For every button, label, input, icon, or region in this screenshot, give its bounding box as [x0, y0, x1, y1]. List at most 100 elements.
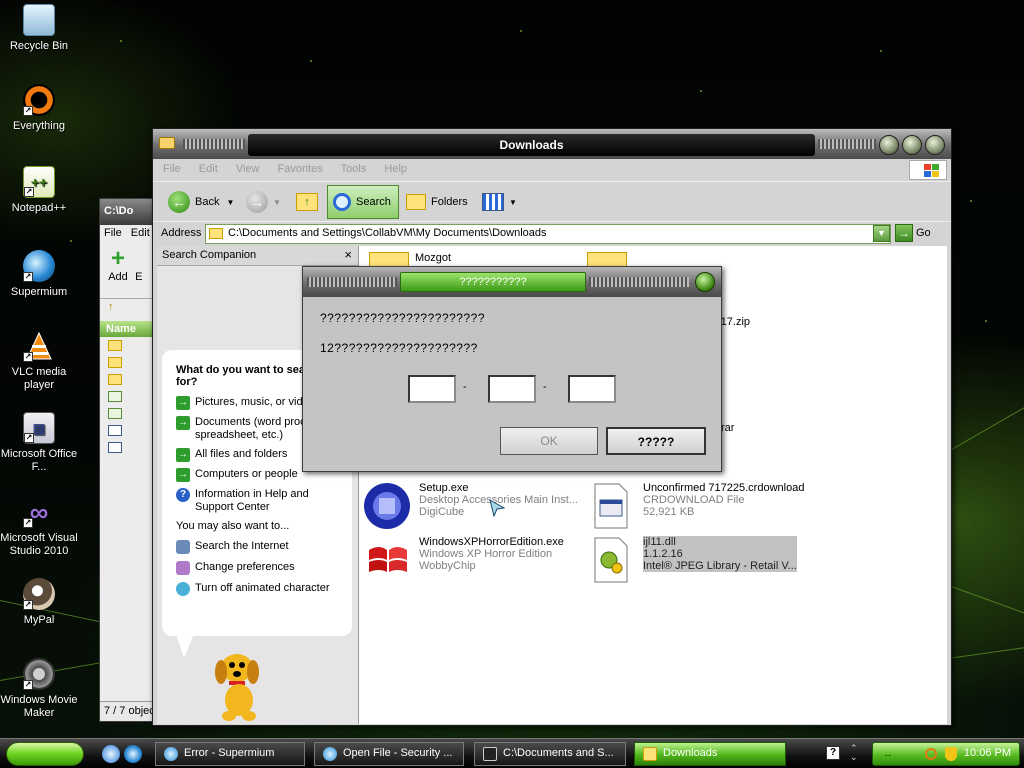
desktop-icon-vlc[interactable]: ↗ VLC media player — [0, 330, 78, 392]
up-folder-button[interactable]: ↑ — [291, 185, 323, 219]
help-icon: ? — [176, 488, 190, 502]
explorer-titlebar[interactable]: Downloads — [153, 129, 951, 159]
views-button[interactable]: ▼ — [477, 185, 522, 219]
ie-icon[interactable] — [102, 745, 120, 763]
desktop-icon-movie-maker[interactable]: ↗ Windows Movie Maker — [0, 658, 78, 720]
start-button[interactable] — [6, 742, 84, 766]
search-button[interactable]: Search — [327, 185, 399, 219]
dialog-titlebar[interactable]: ??????????? — [303, 267, 721, 297]
partial-rar-item[interactable]: rar — [721, 422, 734, 434]
file-item-selected[interactable]: ijl11.dll 1.1.2.16 Intel® JPEG Library -… — [587, 536, 797, 584]
forward-button[interactable]: → ▼ — [241, 185, 286, 219]
sevenzip-up-icon[interactable]: ↑ — [100, 299, 158, 317]
taskbar: Error - Supermium Open File - Security .… — [0, 738, 1024, 768]
list-item[interactable] — [100, 422, 158, 439]
taskbar-item-label: Open File - Security ... — [343, 747, 453, 759]
menu-edit[interactable]: Edit — [199, 163, 218, 175]
arrow-right-icon: → — [176, 468, 190, 482]
sevenzip-window[interactable]: C:\Do File Edit + Add E ↑ Name 7 / 7 obj… — [99, 198, 159, 722]
chevron-down-icon[interactable]: ▼ — [273, 198, 281, 207]
movie-maker-icon: ↗ — [23, 658, 55, 690]
arrow-right-icon: → — [176, 416, 190, 430]
network-icon[interactable]: ↔ — [883, 749, 893, 760]
menu-view[interactable]: View — [236, 163, 260, 175]
list-item[interactable] — [100, 354, 158, 371]
maximize-button[interactable] — [902, 135, 922, 155]
desktop-icon-visual-studio[interactable]: ∞ ↗ Microsoft Visual Studio 2010 — [0, 496, 78, 558]
chevron-down-icon[interactable]: ▼ — [226, 198, 234, 207]
sevenzip-status: 7 / 7 objects — [100, 701, 158, 721]
desktop-icon-label: Microsoft Office F... — [0, 448, 78, 473]
taskbar-item-label: Downloads — [663, 747, 718, 759]
file-name: Setup.exe — [419, 482, 469, 494]
list-item[interactable] — [100, 405, 158, 422]
desktop-icon-supermium[interactable]: ↗ Supermium — [0, 250, 78, 299]
menu-file[interactable]: File — [163, 163, 181, 175]
sevenzip-menu-edit[interactable]: Edit — [131, 227, 150, 239]
everything-icon: ↗ — [23, 84, 55, 116]
folders-icon — [406, 194, 426, 210]
key-field-1[interactable] — [408, 375, 456, 403]
close-button[interactable] — [925, 135, 945, 155]
key-field-3[interactable] — [568, 375, 616, 403]
taskbar-item[interactable]: C:\Documents and S... — [474, 742, 626, 766]
ok-button[interactable]: OK — [500, 427, 598, 455]
add-button[interactable]: + Add — [104, 247, 132, 284]
file-item[interactable]: Setup.exe Desktop Accessories Main Inst.… — [363, 482, 578, 530]
desktop-icon-recycle-bin[interactable]: Recycle Bin — [0, 4, 78, 53]
desktop-icon-mypal[interactable]: ↗ MyPal — [0, 578, 78, 627]
search-icon[interactable] — [925, 748, 937, 760]
chevron-down-icon[interactable]: ▼ — [509, 198, 517, 207]
list-item[interactable] — [100, 439, 158, 456]
address-input[interactable]: C:\Documents and Settings\CollabVM\My Do… — [205, 224, 891, 244]
desktop-icon-office[interactable]: ▦ ↗ Microsoft Office F... — [0, 412, 78, 474]
search-dog-icon[interactable] — [207, 648, 271, 722]
column-header-name[interactable]: Name — [100, 321, 158, 337]
windows-flag-icon — [363, 536, 411, 584]
turn-off-character-link[interactable]: Turn off animated character — [176, 582, 342, 596]
desktop-icon-label: MyPal — [23, 614, 55, 626]
search-option-help[interactable]: ? Information in Help and Support Center — [176, 488, 342, 514]
menu-favorites[interactable]: Favorites — [278, 163, 323, 175]
folders-button[interactable]: Folders — [401, 185, 473, 219]
supermium-icon — [164, 747, 178, 761]
extract-button-label: E — [135, 271, 143, 283]
file-version: 1.1.2.16 — [643, 548, 797, 560]
list-item[interactable] — [100, 337, 158, 354]
change-preferences-link[interactable]: Change preferences — [176, 561, 342, 575]
sevenzip-menu-file[interactable]: File — [104, 227, 122, 239]
expand-tray-icon[interactable]: ⌃ ⌄ — [850, 744, 858, 762]
search-option-label: Pictures, music, or video — [195, 396, 315, 408]
dialog-close-button[interactable] — [695, 272, 715, 292]
dialog-message-line-2: 12???????????????????? — [320, 341, 478, 355]
menu-help[interactable]: Help — [384, 163, 407, 175]
key-field-2[interactable] — [488, 375, 536, 403]
back-button[interactable]: ← Back ▼ — [163, 185, 239, 219]
product-key-dialog[interactable]: ??????????? ??????????????????????? 12??… — [302, 266, 722, 472]
supermium-quicklaunch-icon[interactable] — [124, 745, 142, 763]
shield-icon[interactable] — [945, 747, 957, 761]
go-button[interactable]: → Go — [895, 224, 931, 242]
list-item[interactable] — [100, 371, 158, 388]
desktop-icon-label: Recycle Bin — [9, 40, 69, 52]
file-item[interactable]: Unconfirmed 717225.crdownload CRDOWNLOAD… — [587, 482, 804, 530]
extract-button[interactable]: E — [135, 271, 142, 283]
desktop-icon-notepad-plus-plus[interactable]: ++ ↗ Notepad++ — [0, 166, 78, 215]
taskbar-item[interactable]: Error - Supermium — [155, 742, 305, 766]
go-button-label: Go — [916, 227, 931, 239]
taskbar-item-active[interactable]: Downloads — [634, 742, 786, 766]
close-icon[interactable]: × — [344, 247, 352, 262]
minimize-button[interactable] — [879, 135, 899, 155]
mouse-cursor — [488, 498, 506, 521]
menu-tools[interactable]: Tools — [341, 163, 367, 175]
list-item[interactable] — [100, 388, 158, 405]
file-name: Unconfirmed 717225.crdownload — [643, 482, 805, 494]
dialog-title: ??????????? — [400, 272, 586, 292]
taskbar-item[interactable]: Open File - Security ... — [314, 742, 464, 766]
search-internet-link[interactable]: Search the Internet — [176, 540, 342, 554]
cancel-button[interactable]: ????? — [606, 427, 706, 455]
desktop-icon-everything[interactable]: ↗ Everything — [0, 84, 78, 133]
address-dropdown-button[interactable]: ▼ — [873, 225, 890, 242]
help-tray-icon[interactable]: ? — [826, 746, 840, 760]
file-item[interactable]: WindowsXPHorrorEdition.exe Windows XP Ho… — [363, 536, 564, 584]
